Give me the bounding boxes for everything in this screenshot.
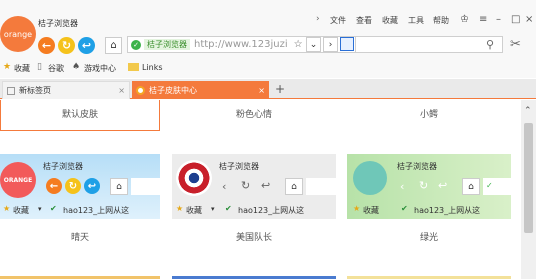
undo-icon: ↩ [438, 179, 448, 192]
home-icon: ⌂ [110, 178, 128, 195]
skin-label-croc[interactable]: 小鳄 [347, 107, 511, 120]
folder-icon [128, 63, 139, 71]
logo-text: orange [3, 29, 33, 39]
refresh-icon: ↻ [65, 178, 81, 194]
secure-shield-icon: ✓ [131, 39, 141, 50]
close-icon[interactable]: × [258, 86, 265, 95]
search-input[interactable] [355, 36, 503, 53]
tab-skin-center[interactable]: 桔子皮肤中心 × [132, 81, 269, 99]
gamepad-icon: ♠ [72, 62, 81, 72]
bookmark-games[interactable]: 游戏中心 [84, 63, 116, 74]
skin-link: hao123_上网从这 [238, 206, 305, 215]
star-icon[interactable]: ☆ [294, 39, 303, 50]
skin-fav: 收藏 [363, 206, 379, 215]
skin-fav: 收藏 [186, 206, 202, 215]
back-icon: ‹ [222, 180, 227, 193]
undo-icon[interactable]: ↩ [78, 37, 95, 54]
bookmarks-bar [0, 58, 536, 78]
menu-tools[interactable]: 工具 [408, 15, 424, 26]
skin-card-green[interactable]: 桔子浏览器 ‹ ↻ ↩ ⌂ ✓ ★ 收藏 ✔ hao123_上网从这 [347, 154, 511, 219]
chevron-down-icon: ▾ [211, 205, 215, 213]
leaf-icon [353, 161, 387, 195]
search-icon[interactable]: ⚲ [486, 38, 494, 51]
chevron-down-icon: ▾ [38, 205, 42, 213]
bookmark-star-icon: ★ [3, 62, 12, 72]
skin-label-default[interactable]: 默认皮肤 [0, 107, 160, 120]
title-bar [0, 0, 536, 31]
bookmark-google[interactable]: 谷歌 [48, 63, 64, 74]
home-icon: ⌂ [285, 178, 303, 195]
page-icon [7, 86, 15, 95]
refresh-icon[interactable]: ↻ [58, 37, 75, 54]
skin-label-green[interactable]: 绿光 [347, 230, 511, 243]
skin-icon[interactable]: ♔ [460, 14, 469, 25]
app-logo: orange [0, 16, 36, 52]
skin-card-sunny[interactable]: ORANGE 桔子浏览器 ← ↻ ↩ ⌂ ★ 收藏 ▾ ✔ hao123_上网从… [0, 154, 160, 219]
undo-icon: ↩ [84, 178, 100, 194]
tab-new[interactable]: 新标签页 × [2, 81, 130, 99]
new-tab-button[interactable]: + [275, 82, 285, 96]
shield-icon [176, 160, 212, 196]
tab-label: 新标签页 [19, 86, 51, 95]
scroll-up-icon[interactable]: ⌃ [524, 106, 532, 116]
menu-arrow-icon[interactable]: › [316, 14, 320, 24]
skin-browser-title: 桔子浏览器 [397, 162, 437, 171]
skin-fav: 收藏 [13, 206, 29, 215]
maximize-icon[interactable]: □ [511, 14, 520, 25]
go-icon[interactable]: › [323, 37, 338, 52]
refresh-icon: ↻ [241, 179, 251, 192]
cut-icon[interactable]: ✂ [510, 37, 521, 52]
skin-link: hao123_上网从这 [63, 206, 130, 215]
check-icon: ✔ [225, 204, 232, 213]
skin-urlbar [306, 178, 336, 195]
check-icon: ✔ [401, 204, 408, 213]
security-label: 桔子浏览器 [144, 39, 190, 50]
home-icon[interactable]: ⌂ [105, 37, 122, 54]
star-icon: ★ [3, 204, 11, 213]
skin-link: hao123_上网从这 [414, 206, 481, 215]
menu-help[interactable]: 帮助 [433, 15, 449, 26]
star-icon: ★ [176, 204, 184, 213]
check-icon: ✔ [50, 204, 57, 213]
skin-card-captain[interactable]: 桔子浏览器 ‹ ↻ ↩ ⌂ ★ 收藏 ▾ ✔ hao123_上网从这 [172, 154, 336, 219]
page-icon: ▯ [37, 62, 42, 72]
skin-urlbar [131, 178, 160, 195]
skin-label-sunny[interactable]: 晴天 [0, 230, 160, 243]
back-icon: ‹ [400, 180, 405, 193]
close-icon[interactable]: × [525, 14, 533, 25]
tab-label: 桔子皮肤中心 [149, 85, 197, 95]
menu-view[interactable]: 查看 [356, 15, 372, 26]
secure-shield-icon: ✓ [483, 178, 511, 195]
bookmark-favorites[interactable]: 收藏 [14, 63, 30, 74]
star-icon: ★ [353, 204, 361, 213]
menu-favorites[interactable]: 收藏 [382, 15, 398, 26]
scrollbar-thumb[interactable] [524, 123, 533, 233]
bookmark-links[interactable]: Links [142, 63, 163, 72]
refresh-icon: ↻ [419, 179, 429, 192]
search-engine-icon[interactable] [340, 37, 354, 51]
back-icon[interactable]: ← [38, 37, 55, 54]
window-title: 桔子浏览器 [38, 19, 78, 28]
back-icon: ← [46, 178, 62, 194]
skin-label-pink[interactable]: 粉色心情 [172, 107, 336, 120]
orange-icon [136, 85, 145, 95]
skin-browser-title: 桔子浏览器 [219, 162, 259, 171]
skin-label-captain[interactable]: 美国队长 [172, 230, 336, 243]
home-icon: ⌂ [462, 178, 480, 195]
chevron-down-icon[interactable]: ⌄ [306, 37, 321, 52]
skin-logo: ORANGE [0, 162, 36, 198]
close-icon[interactable]: × [118, 86, 125, 95]
settings-icon[interactable]: ≡ [479, 14, 487, 25]
undo-icon: ↩ [261, 179, 271, 192]
minimize-icon[interactable]: – [496, 14, 501, 25]
skin-browser-title: 桔子浏览器 [43, 162, 83, 171]
menu-file[interactable]: 文件 [330, 15, 346, 26]
url-text[interactable]: http://www.123juzi [194, 39, 288, 50]
